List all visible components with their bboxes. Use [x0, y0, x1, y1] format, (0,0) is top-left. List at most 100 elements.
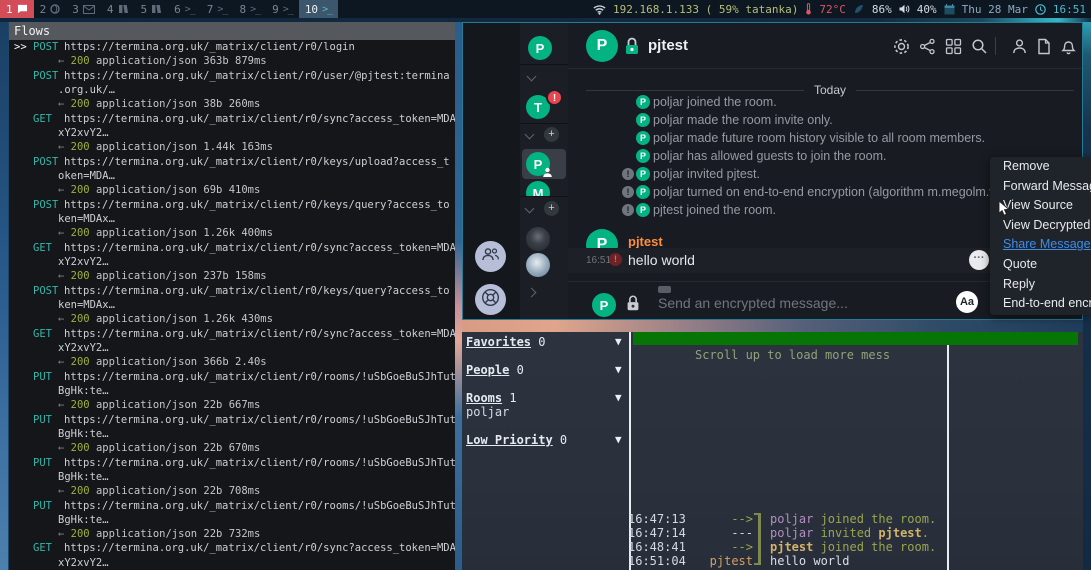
wallpaper-strip-middle — [455, 22, 462, 570]
log-time: 16:47:13 — [628, 512, 690, 526]
flow-row[interactable]: PUThttps://termina.org.uk/_matrix/client… — [9, 456, 455, 470]
notifications-bell-icon[interactable] — [1060, 38, 1077, 60]
event-group-bracket — [758, 513, 761, 565]
files-icon[interactable] — [1036, 38, 1052, 60]
flow-row[interactable]: POSThttps://termina.org.uk/_matrix/clien… — [9, 69, 455, 83]
browser-icon — [50, 4, 60, 14]
user-avatar[interactable]: P — [528, 36, 552, 60]
dm-person-icon — [542, 165, 553, 183]
workspace-6[interactable]: 6>_ — [168, 0, 201, 18]
flow-url-wrap: BgHk:te… — [9, 427, 455, 441]
menu-item-end-to-end-encry[interactable]: End-to-end encry — [990, 294, 1091, 314]
menu-item-share-message[interactable]: Share Message — [990, 235, 1091, 255]
apps-grid-icon[interactable] — [945, 38, 962, 60]
menu-item-quote[interactable]: Quote — [990, 255, 1091, 275]
share-icon[interactable] — [919, 38, 936, 60]
workspace-label: 8 — [239, 3, 246, 16]
response-arrow-icon: ← — [58, 141, 71, 153]
group-count: 0 — [531, 335, 545, 349]
flow-row[interactable]: GEThttps://termina.org.uk/_matrix/client… — [9, 112, 455, 126]
room-item[interactable]: poljar — [466, 405, 628, 419]
workspace-4[interactable]: 4 — [101, 0, 135, 18]
room-group-header[interactable]: Favorites 0▼ — [466, 335, 628, 349]
collapse-arrow-icon[interactable]: ▼ — [615, 335, 622, 349]
event-avatar: P — [636, 95, 650, 109]
workspace-label: 2 — [40, 3, 47, 16]
flow-method: POST — [33, 40, 64, 54]
state-event[interactable]: !Ppoljar made future room history visibl… — [622, 129, 1076, 147]
event-avatar: P — [636, 203, 650, 217]
state-event[interactable]: !Ppoljar joined the room. — [622, 93, 1076, 111]
flow-row[interactable]: POSThttps://termina.org.uk/_matrix/clien… — [9, 284, 455, 298]
workspace-5[interactable]: 5 — [135, 0, 169, 18]
room-group: Low Priority 0▼ — [466, 433, 628, 447]
menu-item-remove[interactable]: Remove — [990, 157, 1091, 177]
flow-row[interactable]: PUThttps://termina.org.uk/_matrix/client… — [9, 413, 455, 427]
attachment-icon[interactable] — [658, 286, 671, 293]
settings-icon[interactable] — [893, 38, 910, 60]
collapse-rooms-icon[interactable] — [525, 130, 535, 140]
flow-response: ← 200 application/json 38b 260ms — [9, 97, 455, 111]
flow-row[interactable]: >>POSThttps://termina.org.uk/_matrix/cli… — [9, 40, 455, 54]
workspace-2[interactable]: 2 — [34, 0, 67, 18]
flow-method: POST — [33, 155, 64, 169]
message-input[interactable]: Send an encrypted message... — [658, 295, 848, 311]
workspace-1[interactable]: 1 — [0, 0, 34, 18]
state-event[interactable]: !Ppoljar made the room invite only. — [622, 111, 1076, 129]
add-room-button-2[interactable]: + — [544, 201, 559, 216]
flow-row[interactable]: GEThttps://termina.org.uk/_matrix/client… — [9, 541, 455, 555]
expand-more-icon[interactable] — [527, 288, 537, 298]
flow-row[interactable]: GEThttps://termina.org.uk/_matrix/client… — [9, 327, 455, 341]
format-toggle-button[interactable]: Aa — [956, 291, 978, 313]
room-avatar-image-1[interactable] — [526, 227, 550, 251]
message-text: hello world — [628, 252, 695, 268]
room-header-avatar[interactable]: P — [586, 30, 618, 62]
flow-method: PUT — [33, 456, 64, 470]
room-group-header[interactable]: People 0▼ — [466, 363, 628, 377]
collapse-invites-icon[interactable] — [527, 72, 537, 82]
wallpaper-strip-horizontal — [462, 320, 1083, 332]
menu-item-forward-message[interactable]: Forward Message — [990, 177, 1091, 197]
taskbar: 123456>_7>_8>_9>_10>_ 192.168.1.133 ( 59… — [0, 0, 1091, 18]
flow-row[interactable]: PUThttps://termina.org.uk/_matrix/client… — [9, 370, 455, 384]
workspace-7[interactable]: 7>_ — [201, 0, 234, 18]
workspace-9[interactable]: 9>_ — [266, 0, 299, 18]
flow-row[interactable]: POSThttps://termina.org.uk/_matrix/clien… — [9, 198, 455, 212]
menu-item-reply[interactable]: Reply — [990, 275, 1091, 295]
log-message: pjtest joined the room. — [770, 540, 936, 554]
add-room-button[interactable]: + — [544, 127, 559, 142]
collapse-arrow-icon[interactable]: ▼ — [615, 363, 622, 377]
workspace-10[interactable]: 10>_ — [299, 0, 338, 18]
workspace-8[interactable]: 8>_ — [233, 0, 266, 18]
workspace-3[interactable]: 3 — [66, 0, 101, 18]
explore-button[interactable] — [475, 284, 506, 315]
flow-method: PUT — [33, 370, 64, 384]
event-warning-icon: ! — [622, 204, 634, 216]
response-meta: application/json 22b 667ms — [90, 399, 261, 411]
log-message: poljar joined the room. — [770, 512, 936, 526]
response-meta: application/json 1.44k 163ms — [90, 141, 273, 153]
response-meta: application/json 22b 670ms — [90, 442, 261, 454]
flow-url-wrap: BgHk:te… — [9, 513, 455, 527]
state-event-text: poljar made the room invite only. — [653, 113, 833, 127]
response-arrow-icon: ← — [58, 227, 71, 239]
encrypted-room-lock-icon — [622, 36, 642, 61]
flow-row[interactable]: GEThttps://termina.org.uk/_matrix/client… — [9, 241, 455, 255]
collapse-arrow-icon[interactable]: ▼ — [615, 433, 622, 447]
collapse-arrow-icon[interactable]: ▼ — [615, 391, 622, 405]
flow-row[interactable]: PUThttps://termina.org.uk/_matrix/client… — [9, 499, 455, 513]
room-group-header[interactable]: Rooms 1▼ — [466, 391, 628, 405]
event-warning-icon: ! — [622, 168, 634, 180]
flow-row[interactable]: POSThttps://termina.org.uk/_matrix/clien… — [9, 155, 455, 169]
members-icon[interactable] — [1011, 38, 1028, 60]
nicklist-separator[interactable] — [947, 345, 949, 570]
search-icon[interactable] — [971, 38, 988, 60]
community-members-button[interactable] — [475, 241, 506, 272]
response-meta: application/json 38b 260ms — [90, 98, 261, 110]
message-options-button[interactable]: ··· — [969, 250, 989, 270]
log-line: 16:47:14---poljar invited pjtest. — [628, 526, 946, 540]
room-group-header[interactable]: Low Priority 0▼ — [466, 433, 628, 447]
collapse-section-icon[interactable] — [525, 204, 535, 214]
room-avatar-image-2[interactable] — [526, 253, 550, 277]
flow-response: ← 200 application/json 366b 2.40s — [9, 355, 455, 369]
